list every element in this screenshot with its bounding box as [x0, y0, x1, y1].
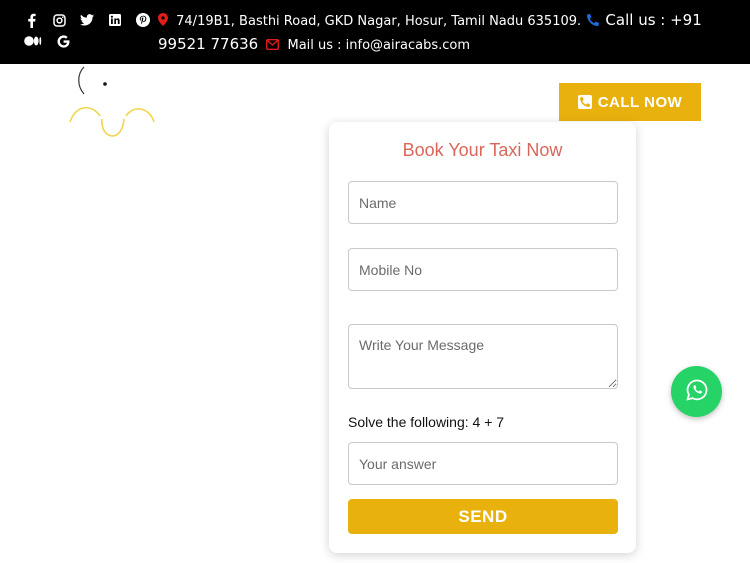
top-bar: 74/19B1, Basthi Road, GKD Nagar, Hosur, … — [0, 0, 750, 64]
mail-icon — [266, 38, 283, 53]
mobile-input[interactable] — [348, 248, 618, 291]
contact-info: 74/19B1, Basthi Road, GKD Nagar, Hosur, … — [158, 9, 738, 57]
mail-us-link[interactable]: Mail us : info@airacabs.com — [287, 38, 470, 53]
instagram-icon[interactable] — [52, 12, 66, 28]
booking-form: Book Your Taxi Now Solve the following: … — [329, 122, 636, 553]
message-textarea[interactable] — [348, 324, 618, 389]
captcha-answer-input[interactable] — [348, 442, 618, 485]
site-logo[interactable] — [62, 64, 162, 144]
form-title: Book Your Taxi Now — [402, 140, 563, 160]
name-input[interactable] — [348, 181, 618, 224]
captcha-question: Solve the following: 4 + 7 — [348, 414, 505, 430]
map-pin-icon — [158, 13, 172, 29]
call-now-button[interactable]: CALL NOW — [559, 83, 701, 121]
call-now-label: CALL NOW — [597, 93, 683, 111]
google-icon[interactable] — [56, 33, 70, 49]
pinterest-icon[interactable] — [136, 12, 150, 28]
social-links-row-2 — [24, 33, 70, 49]
social-links — [24, 12, 150, 28]
phone-square-icon — [577, 95, 592, 109]
medium-icon[interactable] — [24, 33, 42, 49]
address-text: 74/19B1, Basthi Road, GKD Nagar, Hosur, … — [176, 14, 582, 29]
send-button[interactable]: SEND — [348, 499, 618, 534]
whatsapp-button[interactable] — [671, 366, 722, 417]
whatsapp-icon — [685, 379, 708, 405]
phone-icon — [587, 13, 603, 29]
twitter-icon[interactable] — [80, 12, 94, 28]
linkedin-icon[interactable] — [108, 12, 122, 28]
facebook-icon[interactable] — [24, 12, 38, 28]
